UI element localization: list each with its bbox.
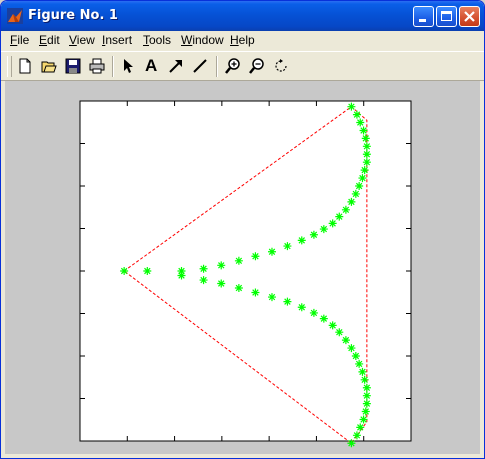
title-bar[interactable]: Figure No. 1 bbox=[1, 1, 484, 31]
zoom-out-icon bbox=[249, 58, 264, 74]
data-point bbox=[199, 276, 208, 285]
minimize-icon bbox=[419, 19, 426, 22]
insert-text-button[interactable]: A bbox=[141, 55, 163, 77]
data-point bbox=[335, 328, 344, 337]
data-point bbox=[283, 242, 292, 251]
data-point bbox=[309, 230, 318, 239]
data-point bbox=[360, 375, 369, 384]
new-icon bbox=[19, 58, 31, 74]
figure-toolbar: A bbox=[1, 51, 484, 81]
data-point bbox=[267, 293, 276, 302]
figure-window: Figure No. 1 File Edit View Insert Tools… bbox=[0, 0, 485, 459]
data-point bbox=[356, 423, 365, 432]
data-point bbox=[355, 359, 364, 368]
open-file-button[interactable] bbox=[38, 55, 60, 77]
open-icon bbox=[41, 61, 57, 73]
insert-line-icon bbox=[193, 59, 207, 73]
print-icon bbox=[89, 58, 105, 74]
menu-file[interactable]: File bbox=[10, 33, 29, 47]
minimize-button[interactable] bbox=[413, 6, 434, 27]
data-point bbox=[177, 271, 186, 280]
insert-arrow-button[interactable] bbox=[165, 55, 187, 77]
data-point bbox=[358, 367, 367, 376]
figure-canvas bbox=[5, 81, 480, 454]
data-point bbox=[120, 267, 129, 275]
menu-window[interactable]: Window bbox=[181, 33, 224, 47]
toolbar-separator bbox=[112, 56, 114, 77]
close-button[interactable] bbox=[459, 6, 480, 27]
zoom-in-icon bbox=[225, 58, 240, 74]
toolbar-separator bbox=[216, 56, 218, 77]
new-figure-button[interactable] bbox=[14, 55, 36, 77]
data-point bbox=[199, 264, 208, 273]
select-arrow-icon bbox=[124, 59, 133, 73]
menu-tools[interactable]: Tools bbox=[143, 33, 171, 47]
data-point bbox=[347, 439, 356, 448]
menu-edit[interactable]: Edit bbox=[39, 33, 60, 47]
select-tool-button[interactable] bbox=[117, 55, 139, 77]
insert-text-icon: A bbox=[145, 56, 158, 75]
maximize-button[interactable] bbox=[436, 6, 457, 27]
data-point bbox=[355, 182, 364, 190]
data-point bbox=[362, 383, 371, 392]
menu-insert[interactable]: Insert bbox=[102, 33, 132, 47]
matlab-logo-icon bbox=[7, 8, 23, 24]
print-button[interactable] bbox=[86, 55, 108, 77]
data-point bbox=[283, 297, 292, 306]
data-point bbox=[328, 321, 337, 330]
data-point bbox=[362, 391, 371, 400]
close-icon bbox=[464, 11, 475, 22]
data-point bbox=[341, 205, 350, 214]
data-point bbox=[341, 336, 350, 345]
data-point bbox=[143, 267, 152, 275]
plot-svg[interactable] bbox=[5, 81, 480, 454]
data-point bbox=[309, 308, 318, 317]
data-point bbox=[297, 303, 306, 312]
data-point bbox=[351, 352, 360, 360]
axes-background bbox=[79, 100, 412, 442]
data-point bbox=[352, 431, 361, 440]
data-point bbox=[217, 279, 226, 288]
zoom-out-button[interactable] bbox=[246, 55, 268, 77]
data-point bbox=[362, 399, 371, 408]
maximize-icon bbox=[441, 11, 452, 21]
save-button[interactable] bbox=[62, 55, 84, 77]
menu-help[interactable]: Help bbox=[230, 33, 255, 47]
data-point bbox=[347, 344, 356, 353]
rotate-icon bbox=[275, 59, 287, 72]
data-point bbox=[319, 314, 328, 323]
data-point bbox=[361, 407, 370, 416]
menu-bar: File Edit View Insert Tools Window Help bbox=[1, 31, 484, 50]
data-point bbox=[234, 284, 243, 292]
save-icon bbox=[65, 58, 81, 74]
data-point bbox=[267, 247, 276, 256]
insert-line-button[interactable] bbox=[189, 55, 211, 77]
zoom-in-button[interactable] bbox=[222, 55, 244, 77]
data-point bbox=[359, 415, 368, 424]
menu-view[interactable]: View bbox=[69, 33, 95, 47]
rotate-3d-button[interactable] bbox=[270, 55, 292, 77]
toolbar-grip[interactable] bbox=[7, 56, 12, 77]
data-point bbox=[319, 225, 328, 234]
window-title: Figure No. 1 bbox=[28, 8, 118, 23]
insert-arrow-icon bbox=[169, 60, 182, 73]
